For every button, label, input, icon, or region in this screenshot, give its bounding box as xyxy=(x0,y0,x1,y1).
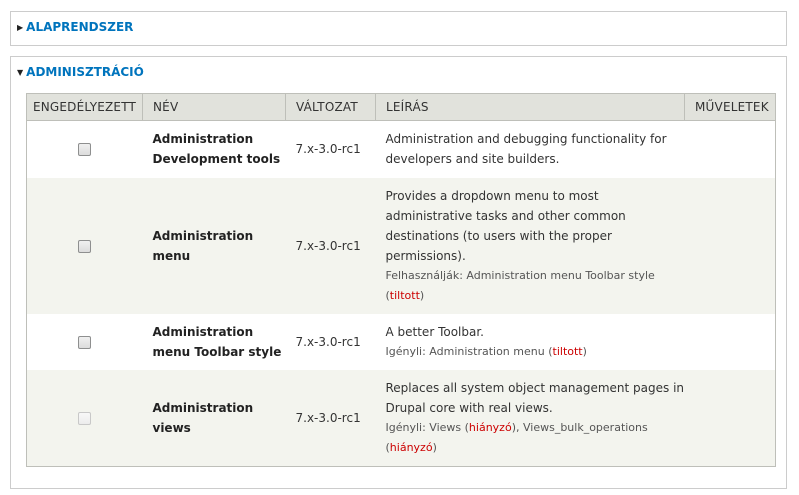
operations-cell xyxy=(684,313,776,370)
enabled-cell xyxy=(26,177,143,314)
name-cell: Administration menu Toolbar style xyxy=(142,313,286,370)
triangle-down-icon: ▼ xyxy=(17,67,24,77)
module-name: Administration views xyxy=(152,400,254,435)
status-disabled: tiltott xyxy=(552,344,583,358)
operations-cell xyxy=(684,369,776,467)
operations-cell xyxy=(684,120,776,178)
version-cell: 7.x-3.0-rc1 xyxy=(285,120,376,178)
description-cell: Administration and debugging functionali… xyxy=(375,120,685,178)
enabled-cell xyxy=(26,120,143,178)
column-header-description: LEÍRÁS xyxy=(375,93,685,121)
enabled-cell xyxy=(26,369,143,467)
modules-table: ENGEDÉLYEZETT NÉV VÁLTOZAT LEÍRÁS MŰVELE… xyxy=(26,93,776,467)
fieldset-legend-adminisztracio[interactable]: ▼ ADMINISZTRÁCIÓ xyxy=(17,65,144,79)
description-cell: Replaces all system object management pa… xyxy=(375,369,685,467)
table-row: Administration menu 7.x-3.0-rc1 Provides… xyxy=(26,177,776,314)
status-missing: hiányzó xyxy=(468,420,512,434)
name-cell: Administration views xyxy=(142,369,286,467)
module-name: Administration menu xyxy=(152,228,254,263)
version-cell: 7.x-3.0-rc1 xyxy=(285,369,376,467)
module-name: Administration Development tools xyxy=(152,132,281,167)
fieldset-legend-alaprendszer[interactable]: ▶ ALAPRENDSZER xyxy=(17,20,133,34)
table-row: Administration views 7.x-3.0-rc1 Replace… xyxy=(26,369,776,467)
name-cell: Administration menu xyxy=(142,177,286,314)
module-description: Provides a dropdown menu to most adminis… xyxy=(385,188,626,263)
fieldset-title[interactable]: ALAPRENDSZER xyxy=(26,20,133,34)
module-description: Replaces all system object management pa… xyxy=(385,380,685,415)
enable-checkbox[interactable] xyxy=(78,335,92,349)
description-cell: Provides a dropdown menu to most adminis… xyxy=(375,177,685,314)
status-missing: hiányzó xyxy=(389,440,433,454)
enable-checkbox[interactable] xyxy=(78,143,92,157)
triangle-right-icon: ▶ xyxy=(17,22,24,32)
enable-checkbox-disabled xyxy=(78,411,92,425)
requires: Igényli: Administration menu (tiltott) xyxy=(385,344,587,358)
column-header-operations: MŰVELETEK xyxy=(684,93,776,121)
column-header-version: VÁLTOZAT xyxy=(285,93,376,121)
operations-cell xyxy=(684,177,776,314)
fieldset-title[interactable]: ADMINISZTRÁCIÓ xyxy=(26,65,144,79)
table-header-row: ENGEDÉLYEZETT NÉV VÁLTOZAT LEÍRÁS MŰVELE… xyxy=(26,93,776,121)
name-cell: Administration Development tools xyxy=(142,120,286,178)
enabled-cell xyxy=(26,313,143,370)
status-disabled: tiltott xyxy=(389,288,420,302)
description-cell: A better Toolbar. Igényli: Administratio… xyxy=(375,313,685,370)
module-description: Administration and debugging functionali… xyxy=(385,132,667,167)
version-cell: 7.x-3.0-rc1 xyxy=(285,177,376,314)
requires: Igényli: Views (hiányzó), Views_bulk_ope… xyxy=(385,420,648,454)
module-description: A better Toolbar. xyxy=(385,324,485,339)
table-row: Administration menu Toolbar style 7.x-3.… xyxy=(26,313,776,370)
modules-table-wrapper: ENGEDÉLYEZETT NÉV VÁLTOZAT LEÍRÁS MŰVELE… xyxy=(26,93,776,467)
table-row: Administration Development tools 7.x-3.0… xyxy=(26,120,776,178)
required-by: Felhasználják: Administration menu Toolb… xyxy=(385,268,655,302)
enable-checkbox[interactable] xyxy=(78,239,92,253)
column-header-enabled: ENGEDÉLYEZETT xyxy=(26,93,143,121)
column-header-name: NÉV xyxy=(142,93,286,121)
fieldset-alaprendszer: ▶ ALAPRENDSZER xyxy=(10,11,787,46)
version-cell: 7.x-3.0-rc1 xyxy=(285,313,376,370)
module-name: Administration menu Toolbar style xyxy=(152,324,282,359)
fieldset-adminisztracio: ▼ ADMINISZTRÁCIÓ ENGEDÉLYEZETT NÉV VÁLTO… xyxy=(10,56,787,489)
